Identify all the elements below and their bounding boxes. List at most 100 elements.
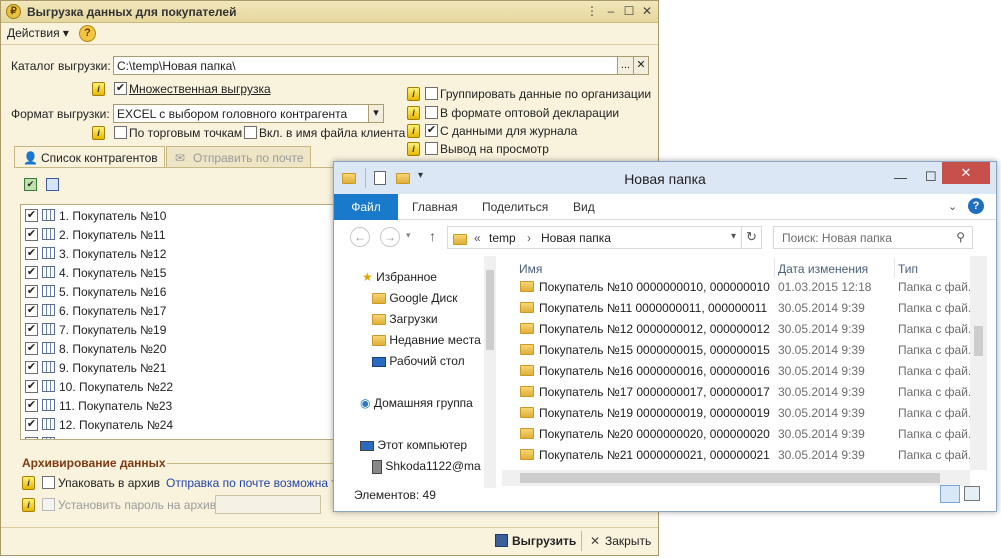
table-row[interactable]: Покупатель №17 0000000017, 000000017 30.0… (502, 381, 970, 402)
format-select[interactable]: EXCEL с выбором головного контрагента (113, 104, 369, 123)
list-item[interactable]: ✔ 11. Покупатель №23 (21, 396, 339, 415)
close-button[interactable]: ✕ (639, 4, 655, 19)
folder-input[interactable]: C:\temp\Новая папка\ (113, 56, 618, 75)
check-all-icon[interactable]: ✔ (24, 178, 37, 191)
browse-button[interactable]: ... (617, 56, 634, 75)
table-row[interactable]: Покупатель №15 0000000015, 000000015 30.0… (502, 339, 970, 360)
journal-checkbox[interactable]: ✔ (425, 124, 438, 137)
table-row[interactable]: Покупатель №10 0000000010, 000000010 01.0… (502, 276, 970, 297)
maximize-button[interactable]: ☐ (621, 4, 637, 19)
password-checkbox[interactable] (42, 498, 55, 511)
list-item[interactable]: ✔ 4. Покупатель №15 (21, 263, 339, 282)
nav-item-google-drive[interactable]: Google Диск (372, 291, 457, 305)
expand-ribbon-icon[interactable]: ⌄ (948, 200, 957, 213)
item-checkbox[interactable]: ✔ (25, 342, 38, 355)
clear-button[interactable]: ✕ (633, 56, 649, 75)
list-item[interactable]: ✔ 12. Покупатель №24 (21, 415, 339, 434)
list-item[interactable]: ✔ 3. Покупатель №12 (21, 244, 339, 263)
tab-view[interactable]: Вид (573, 200, 595, 214)
item-checkbox[interactable]: ✔ (25, 323, 38, 336)
incl-client-checkbox[interactable] (244, 126, 257, 139)
item-checkbox[interactable]: ✔ (25, 304, 38, 317)
group-org-checkbox[interactable] (425, 87, 438, 100)
nav-item-homegroup[interactable]: ◉ Домашняя группа (360, 396, 473, 410)
table-row[interactable]: Покупатель №16 0000000016, 000000016 30.0… (502, 360, 970, 381)
details-view-icon[interactable] (940, 485, 960, 503)
maximize-button[interactable]: ☐ (925, 169, 937, 185)
files-scrollbar-thumb[interactable] (974, 326, 983, 356)
close-button[interactable]: ✕ (942, 162, 990, 184)
refresh-icon[interactable]: ↻ (746, 229, 757, 245)
list-item[interactable]: ✔ 5. Покупатель №16 (21, 282, 339, 301)
tab-share[interactable]: Поделиться (482, 200, 548, 214)
chevron-down-icon[interactable]: ▾ (368, 104, 384, 123)
list-item[interactable]: ✔ 6. Покупатель №17 (21, 301, 339, 320)
mail-note-link[interactable]: Отправка по почте возможна тол (166, 476, 350, 490)
nav-item-downloads[interactable]: Загрузки (372, 312, 438, 326)
minimize-button[interactable]: — (894, 170, 907, 185)
item-checkbox[interactable]: ✔ (25, 361, 38, 374)
chevron-down-icon[interactable]: ▾ (731, 231, 736, 242)
tab-list[interactable]: 👤 Список контрагентов (14, 146, 165, 168)
password-input[interactable] (215, 495, 321, 514)
pack-checkbox[interactable] (42, 476, 55, 489)
list-item[interactable]: ✔ 13. Покупатель №25 (21, 434, 339, 439)
files-scrollbar[interactable] (970, 256, 987, 470)
item-checkbox[interactable]: ✔ (25, 380, 38, 393)
item-checkbox[interactable]: ✔ (25, 247, 38, 260)
nav-item-recent[interactable]: Недавние места (372, 333, 481, 347)
uncheck-all-icon[interactable] (46, 178, 59, 191)
preview-checkbox[interactable] (425, 142, 438, 155)
list-item[interactable]: ✔ 7. Покупатель №19 (21, 320, 339, 339)
menu-icon[interactable]: ⋮ (584, 4, 600, 19)
nav-scrollbar-thumb[interactable] (486, 270, 494, 350)
item-checkbox[interactable]: ✔ (25, 285, 38, 298)
help-icon[interactable]: ? (79, 25, 96, 42)
list-item[interactable]: ✔ 2. Покупатель №11 (21, 225, 339, 244)
up-icon[interactable]: ↑ (429, 228, 436, 244)
tab-file[interactable]: Файл (334, 194, 398, 220)
list-item[interactable]: ✔ 9. Покупатель №21 (21, 358, 339, 377)
tab-mail[interactable]: ✉ Отправить по почте (166, 146, 311, 168)
nav-item-computer[interactable]: Этот компьютер (360, 438, 467, 452)
table-row[interactable]: Покупатель №20 0000000020, 000000020 30.0… (502, 423, 970, 444)
forward-icon[interactable]: → (380, 227, 400, 247)
column-type[interactable]: Тип (898, 262, 918, 276)
table-row[interactable]: Покупатель №11 0000000011, 000000011 30.0… (502, 297, 970, 318)
tiles-view-icon[interactable] (964, 486, 980, 501)
address-bar[interactable]: « temp › Новая папка ▾ ↻ (447, 226, 762, 249)
table-row[interactable]: Покупатель №12 0000000012, 000000012 30.0… (502, 318, 970, 339)
list-item[interactable]: ✔ 8. Покупатель №20 (21, 339, 339, 358)
item-checkbox[interactable]: ✔ (25, 418, 38, 431)
wholesale-checkbox[interactable] (425, 106, 438, 119)
favorites-item[interactable]: ★ Избранное (362, 270, 437, 284)
column-name[interactable]: Имя (519, 262, 542, 276)
close-form-button[interactable]: Закрыть (605, 534, 651, 548)
actions-menu[interactable]: Действия ▾ (7, 26, 69, 42)
help-icon[interactable]: ? (968, 198, 984, 214)
column-date[interactable]: Дата изменения (778, 262, 868, 276)
item-checkbox[interactable]: ✔ (25, 437, 38, 439)
nav-item-desktop[interactable]: Рабочий стол (372, 354, 465, 368)
search-icon[interactable]: ⚲ (956, 230, 965, 244)
search-input[interactable]: Поиск: Новая папка ⚲ (773, 226, 973, 249)
item-checkbox[interactable]: ✔ (25, 399, 38, 412)
nav-item-account[interactable]: Shkoda1122@ma (372, 459, 481, 474)
back-icon[interactable]: ← (350, 227, 370, 247)
breadcrumb-current[interactable]: Новая папка (541, 231, 611, 245)
list-item[interactable]: ✔ 10. Покупатель №22 (21, 377, 339, 396)
export-button[interactable]: Выгрузить (512, 534, 576, 548)
minimize-button[interactable]: – (603, 4, 619, 19)
tab-home[interactable]: Главная (412, 200, 458, 214)
item-checkbox[interactable]: ✔ (25, 228, 38, 241)
table-row[interactable]: Покупатель №19 0000000019, 000000019 30.0… (502, 402, 970, 423)
by-points-checkbox[interactable] (114, 126, 127, 139)
multi-checkbox[interactable]: ✔ (114, 82, 127, 95)
table-row[interactable]: Покупатель №21 0000000021, 000000021 30.0… (502, 444, 970, 465)
item-checkbox[interactable]: ✔ (25, 266, 38, 279)
breadcrumb-temp[interactable]: temp (489, 231, 516, 245)
item-checkbox[interactable]: ✔ (25, 209, 38, 222)
horizontal-scrollbar-thumb[interactable] (520, 473, 940, 483)
list-item[interactable]: ✔ 1. Покупатель №10 (21, 206, 339, 225)
recent-dropdown-icon[interactable]: ▾ (406, 230, 411, 241)
